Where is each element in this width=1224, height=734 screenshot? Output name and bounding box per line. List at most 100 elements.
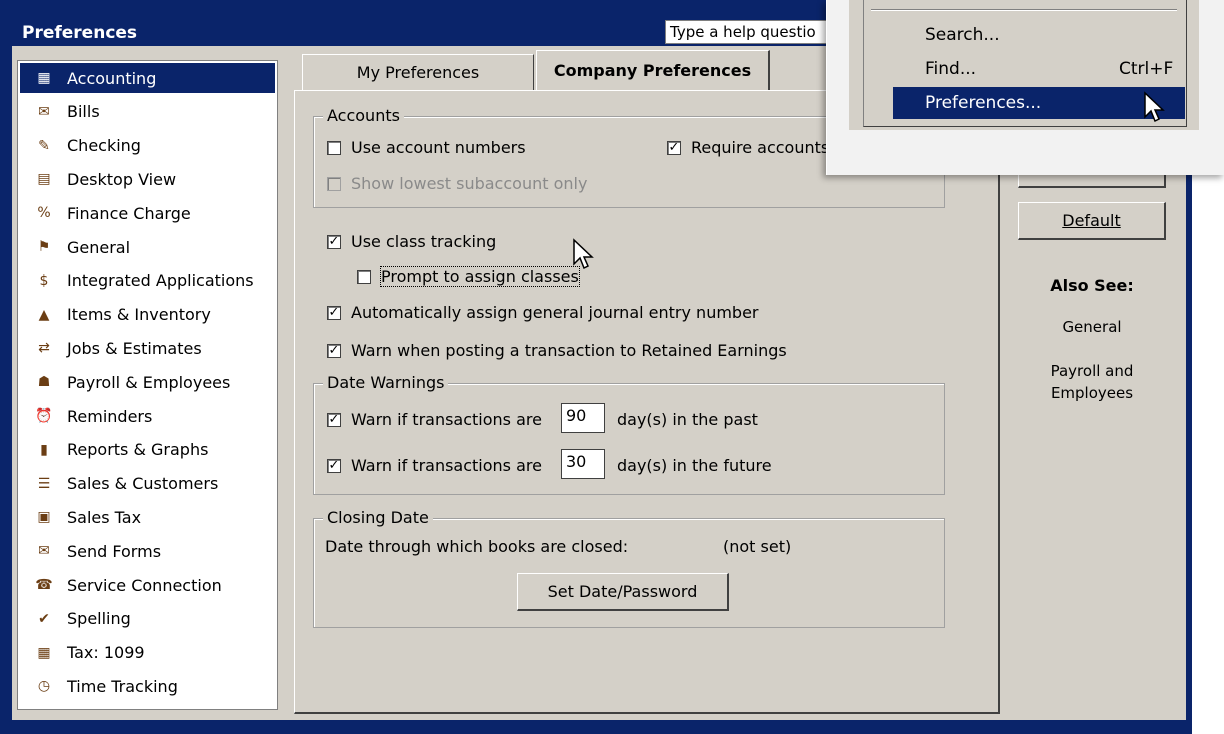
sidebar-item-label: Payroll & Employees — [67, 372, 231, 392]
checking-icon: ✎ — [38, 137, 50, 154]
checkbox-unchecked[interactable] — [327, 140, 341, 155]
require-accounts-label: Require accounts — [691, 138, 830, 157]
sales-customers-icon: ☰ — [37, 475, 51, 492]
checkbox-disabled — [327, 176, 341, 191]
spelling-icon: ✔ — [38, 610, 50, 627]
sidebar-item-checking[interactable]: ✎ Checking — [20, 131, 275, 161]
preferences-category-list: ▦ Accounting ✉ Bills ✎ Checking ▤ Desktop View%… — [17, 60, 278, 710]
auto-assign-journal-checkbox[interactable]: ✓ Automatically assign general journal e… — [327, 303, 759, 322]
sidebar-item-label: Integrated Applications — [67, 271, 254, 291]
sidebar-item-sales-customers[interactable]: ☰ Sales & Customers — [20, 469, 275, 499]
closing-date-text: Date through which books are closed: — [325, 537, 629, 556]
sidebar-item-bills[interactable]: ✉ Bills — [20, 97, 275, 127]
sidebar-item-desktop-view[interactable]: ▤ Desktop View — [20, 164, 275, 194]
sidebar-item-label: Time Tracking — [67, 676, 178, 696]
menu-item-find[interactable]: Find... Ctrl+F — [871, 53, 1177, 85]
also-see-payroll-line2[interactable]: Employees — [1018, 384, 1166, 402]
sidebar-item-label: Service Connection — [67, 575, 222, 595]
menu-item-search-label: Search... — [925, 25, 1000, 45]
prompt-assign-classes-checkbox[interactable]: Prompt to assign classes — [357, 266, 580, 287]
sidebar-item-label: Checking — [67, 136, 141, 156]
service-connection-icon: ☎ — [35, 577, 53, 593]
general-icon: ⚑ — [37, 239, 51, 255]
warn-past-checkbox[interactable]: ✓ Warn if transactions are — [327, 410, 542, 429]
menu-frame-left — [827, 0, 849, 175]
sidebar-item-sales-tax[interactable]: ▣ Sales Tax — [20, 502, 275, 532]
sidebar-item-label: Send Forms — [67, 541, 162, 561]
past-days-suffix: day(s) in the past — [617, 410, 758, 429]
checkbox-unchecked[interactable] — [357, 269, 371, 284]
checkbox-checked[interactable]: ✓ — [327, 343, 341, 358]
menu-item-find-label: Find... — [925, 59, 977, 79]
sidebar-item-label: Finance Charge — [67, 203, 191, 223]
checkbox-checked[interactable]: ✓ — [327, 458, 341, 473]
time-tracking-icon: ◷ — [37, 678, 51, 695]
desktop-view-icon: ▤ — [37, 171, 51, 188]
menu-separator — [871, 9, 1177, 11]
sidebar-item-accounting[interactable]: ▦ Accounting — [20, 63, 275, 93]
finance-charge-icon: % — [37, 205, 51, 222]
sidebar-item-spelling[interactable]: ✔ Spelling — [20, 604, 275, 634]
default-button-label: Default — [1062, 211, 1121, 230]
default-button[interactable]: Default — [1018, 202, 1166, 240]
also-see-payroll-line1[interactable]: Payroll and — [1018, 362, 1166, 380]
checkbox-checked[interactable]: ✓ — [327, 412, 341, 427]
menu-item-find-shortcut: Ctrl+F — [1119, 59, 1174, 79]
set-date-password-button[interactable]: Set Date/Password — [517, 573, 729, 611]
tab-company-preferences[interactable]: Company Preferences — [536, 50, 770, 90]
sidebar-item-send-forms[interactable]: ✉ Send Forms — [20, 536, 275, 566]
sidebar-item-integrated-applications[interactable]: $ Integrated Applications — [20, 266, 275, 296]
future-days-input[interactable]: 30 — [561, 449, 605, 479]
bills-icon: ✉ — [38, 103, 50, 120]
use-class-tracking-checkbox[interactable]: ✓ Use class tracking — [327, 232, 496, 251]
sidebar-item-finance-charge[interactable]: % Finance Charge — [20, 198, 275, 228]
warn-retained-earnings-checkbox[interactable]: ✓ Warn when posting a transaction to Ret… — [327, 341, 787, 360]
checkbox-checked[interactable]: ✓ — [667, 140, 681, 155]
past-days-input[interactable]: 90 — [561, 403, 605, 433]
show-lowest-subaccount-label: Show lowest subaccount only — [351, 174, 588, 193]
menu-item-preferences[interactable]: Preferences... — [893, 87, 1185, 123]
use-account-numbers-checkbox[interactable]: Use account numbers — [327, 138, 526, 157]
help-search-input[interactable]: Type a help questio — [665, 20, 845, 44]
menu-item-search[interactable]: Search... — [871, 19, 1177, 51]
sidebar-item-label: Bills — [67, 102, 100, 122]
tab-my-preferences[interactable]: My Preferences — [302, 54, 534, 90]
sidebar-item-label: Sales Tax — [67, 507, 142, 527]
closing-date-status: (not set) — [723, 537, 792, 556]
sidebar-item-payroll-employees[interactable]: ☗ Payroll & Employees — [20, 367, 275, 397]
sidebar-item-label: Tax: 1099 — [67, 643, 145, 663]
future-days-suffix: day(s) in the future — [617, 456, 772, 475]
edit-menu-overlay: Search... Find... Ctrl+F Preferences... — [826, 0, 1224, 175]
set-date-password-label: Set Date/Password — [547, 582, 698, 601]
mouse-cursor-icon — [1144, 91, 1165, 123]
integrated-applications-icon: $ — [39, 272, 49, 289]
sidebar-item-label: Accounting — [67, 68, 157, 88]
use-account-numbers-label: Use account numbers — [351, 138, 526, 157]
date-warnings-group-label: Date Warnings — [323, 373, 449, 392]
sidebar-item-general[interactable]: ⚑ General — [20, 232, 275, 262]
sidebar-item-label: Items & Inventory — [67, 305, 211, 325]
sidebar-item-tax-1099[interactable]: ▦ Tax: 1099 — [20, 638, 275, 668]
prompt-assign-classes-label: Prompt to assign classes — [380, 266, 580, 287]
sidebar-item-jobs-estimates[interactable]: ⇄ Jobs & Estimates — [20, 333, 275, 363]
sidebar-item-label: Sales & Customers — [67, 474, 219, 494]
also-see-general-link[interactable]: General — [1018, 318, 1166, 336]
accounting-icon: ▦ — [37, 70, 51, 86]
sidebar-item-service-connection[interactable]: ☎ Service Connection — [20, 570, 275, 600]
sidebar-item-label: Reports & Graphs — [67, 440, 209, 460]
checkbox-checked[interactable]: ✓ — [327, 234, 341, 249]
reminders-icon: ⏰ — [35, 408, 53, 424]
sidebar-item-reminders[interactable]: ⏰ Reminders — [20, 401, 275, 431]
tab-my-preferences-label: My Preferences — [356, 63, 480, 82]
tax-1099-icon: ▦ — [37, 644, 51, 661]
menu-item-preferences-label: Preferences... — [925, 93, 1042, 113]
sales-tax-icon: ▣ — [37, 509, 51, 526]
require-accounts-checkbox[interactable]: ✓ Require accounts — [667, 138, 829, 157]
sidebar-item-reports-graphs[interactable]: ▮ Reports & Graphs — [20, 435, 275, 465]
checkbox-checked[interactable]: ✓ — [327, 305, 341, 320]
jobs-estimates-icon: ⇄ — [38, 340, 50, 357]
warn-future-checkbox[interactable]: ✓ Warn if transactions are — [327, 456, 542, 475]
payroll-employees-icon: ☗ — [37, 374, 51, 391]
sidebar-item-time-tracking[interactable]: ◷ Time Tracking — [20, 671, 275, 701]
sidebar-item-items-inventory[interactable]: ▲ Items & Inventory — [20, 300, 275, 330]
